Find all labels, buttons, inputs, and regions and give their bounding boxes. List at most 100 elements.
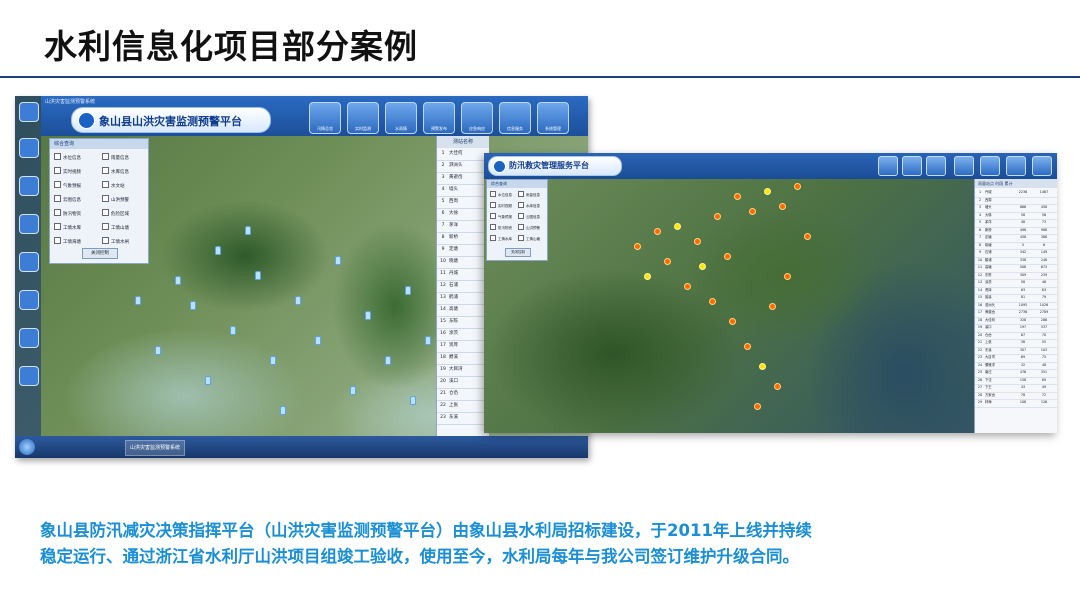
- station-marker-icon[interactable]: [280, 406, 286, 415]
- station-marker-icon[interactable]: [335, 256, 341, 265]
- desktop-shortcut-icon[interactable]: [19, 214, 39, 234]
- rainfall-marker-icon[interactable]: [634, 243, 641, 250]
- station-marker-icon[interactable]: [295, 296, 301, 305]
- close-control-button[interactable]: 关闭控制: [82, 248, 118, 259]
- toolbar-button[interactable]: [954, 156, 974, 176]
- rainfall-marker-icon[interactable]: [664, 258, 671, 265]
- table-cell: 63: [1020, 287, 1026, 292]
- rainfall-marker-icon[interactable]: [694, 238, 701, 245]
- panel-checkbox[interactable]: 气象预报: [54, 181, 81, 189]
- station-marker-icon[interactable]: [350, 386, 356, 395]
- toolbar-button[interactable]: [878, 156, 898, 176]
- rainfall-marker-icon[interactable]: [699, 263, 706, 270]
- rainfall-marker-icon[interactable]: [714, 213, 721, 220]
- panel-checkbox[interactable]: 水位信息: [54, 153, 81, 161]
- rainfall-marker-icon[interactable]: [759, 363, 766, 370]
- panel-checkbox[interactable]: 云图信息: [54, 195, 81, 203]
- desktop-shortcut-icon[interactable]: [19, 290, 39, 310]
- toolbar-button[interactable]: 信息服务: [499, 102, 531, 134]
- panel-checkbox[interactable]: 山洪预警: [518, 224, 540, 231]
- table-cell: 48: [1020, 220, 1026, 224]
- station-marker-icon[interactable]: [215, 246, 221, 255]
- toolbar-button[interactable]: 系统管理: [537, 102, 569, 134]
- toolbar-button[interactable]: 汛情总览: [309, 102, 341, 134]
- rainfall-marker-icon[interactable]: [764, 188, 771, 195]
- rainfall-marker-icon[interactable]: [684, 283, 691, 290]
- panel-checkbox[interactable]: 气象预报: [490, 213, 512, 220]
- panel-checkbox[interactable]: 工情水库: [490, 235, 512, 242]
- station-marker-icon[interactable]: [190, 301, 196, 310]
- panel-checkbox[interactable]: 工情海塘: [54, 237, 81, 245]
- rainfall-marker-icon[interactable]: [744, 343, 751, 350]
- list-item[interactable]: 23 东溪: [437, 412, 489, 425]
- toolbar-button[interactable]: 应急响应: [461, 102, 493, 134]
- toolbar-button[interactable]: [1006, 156, 1026, 176]
- panel-checkbox[interactable]: 水库信息: [102, 167, 129, 175]
- panel-checkbox[interactable]: 工情水闸: [102, 237, 129, 245]
- panel-checkbox[interactable]: 工情水库: [54, 223, 81, 231]
- panel-checkbox[interactable]: 雨量信息: [518, 191, 540, 198]
- desktop-shortcut-icon[interactable]: [19, 102, 39, 122]
- toolbar-button[interactable]: 预警发布: [423, 102, 455, 134]
- rainfall-marker-icon[interactable]: [794, 183, 801, 190]
- rainfall-marker-icon[interactable]: [779, 203, 786, 210]
- rainfall-marker-icon[interactable]: [784, 273, 791, 280]
- panel-checkbox[interactable]: 工情山塘: [102, 223, 129, 231]
- toolbar-button[interactable]: [902, 156, 922, 176]
- panel-checkbox[interactable]: 水文站: [102, 181, 125, 189]
- desktop-shortcut-icon[interactable]: [19, 252, 39, 272]
- table-cell: 黄避岙: [985, 310, 995, 314]
- station-marker-icon[interactable]: [405, 286, 411, 295]
- panel-checkbox[interactable]: 危险区域: [102, 209, 129, 217]
- station-marker-icon[interactable]: [230, 326, 236, 335]
- station-marker-icon[interactable]: [255, 271, 261, 280]
- station-marker-icon[interactable]: [315, 336, 321, 345]
- rainfall-marker-icon[interactable]: [644, 273, 651, 280]
- rainfall-marker-icon[interactable]: [724, 253, 731, 260]
- panel-checkbox[interactable]: 防汛物资: [490, 224, 512, 231]
- station-marker-icon[interactable]: [205, 376, 211, 385]
- panel-checkbox[interactable]: 防汛物资: [54, 209, 81, 217]
- toolbar-button[interactable]: [1032, 156, 1052, 176]
- rainfall-marker-icon[interactable]: [709, 298, 716, 305]
- station-marker-icon[interactable]: [245, 226, 251, 235]
- station-marker-icon[interactable]: [365, 311, 371, 320]
- station-marker-icon[interactable]: [425, 336, 431, 345]
- desktop-shortcut-icon[interactable]: [19, 366, 39, 386]
- desktop-shortcut-icon[interactable]: [19, 176, 39, 196]
- panel-checkbox[interactable]: 水位信息: [490, 191, 512, 198]
- desktop-shortcut-icon[interactable]: [19, 328, 39, 348]
- rainfall-marker-icon[interactable]: [774, 383, 781, 390]
- station-marker-icon[interactable]: [175, 276, 181, 285]
- satellite-map[interactable]: [484, 153, 1057, 433]
- rainfall-marker-icon[interactable]: [654, 228, 661, 235]
- rainfall-marker-icon[interactable]: [734, 193, 741, 200]
- table-row[interactable]: 29 林海 108 126: [975, 399, 1057, 408]
- toolbar-button[interactable]: [980, 156, 1000, 176]
- close-control-button[interactable]: 关闭控制: [505, 248, 531, 257]
- taskbar-item[interactable]: 山洪灾害监测预警系统: [125, 440, 186, 456]
- rainfall-marker-icon[interactable]: [769, 303, 776, 310]
- toolbar-button[interactable]: 实时监测: [347, 102, 379, 134]
- toolbar-button[interactable]: 水雨情: [385, 102, 417, 134]
- panel-checkbox[interactable]: 雨量信息: [102, 153, 129, 161]
- rainfall-marker-icon[interactable]: [804, 233, 811, 240]
- station-marker-icon[interactable]: [135, 296, 141, 305]
- desktop-shortcut-icon[interactable]: [19, 138, 39, 158]
- rainfall-marker-icon[interactable]: [674, 223, 681, 230]
- rainfall-marker-icon[interactable]: [729, 318, 736, 325]
- start-button-icon[interactable]: [19, 439, 35, 455]
- rainfall-marker-icon[interactable]: [749, 208, 756, 215]
- toolbar-button[interactable]: [926, 156, 946, 176]
- station-marker-icon[interactable]: [385, 356, 391, 365]
- panel-checkbox[interactable]: 云图信息: [518, 213, 540, 220]
- station-marker-icon[interactable]: [410, 396, 416, 405]
- panel-checkbox[interactable]: 工情山塘: [518, 235, 540, 242]
- panel-checkbox[interactable]: 山洪预警: [102, 195, 129, 203]
- panel-checkbox[interactable]: 实时视频: [490, 202, 512, 209]
- station-marker-icon[interactable]: [155, 346, 161, 355]
- panel-checkbox[interactable]: 实时视频: [54, 167, 81, 175]
- rainfall-marker-icon[interactable]: [754, 403, 761, 410]
- panel-checkbox[interactable]: 水库信息: [518, 202, 540, 209]
- station-marker-icon[interactable]: [270, 356, 276, 365]
